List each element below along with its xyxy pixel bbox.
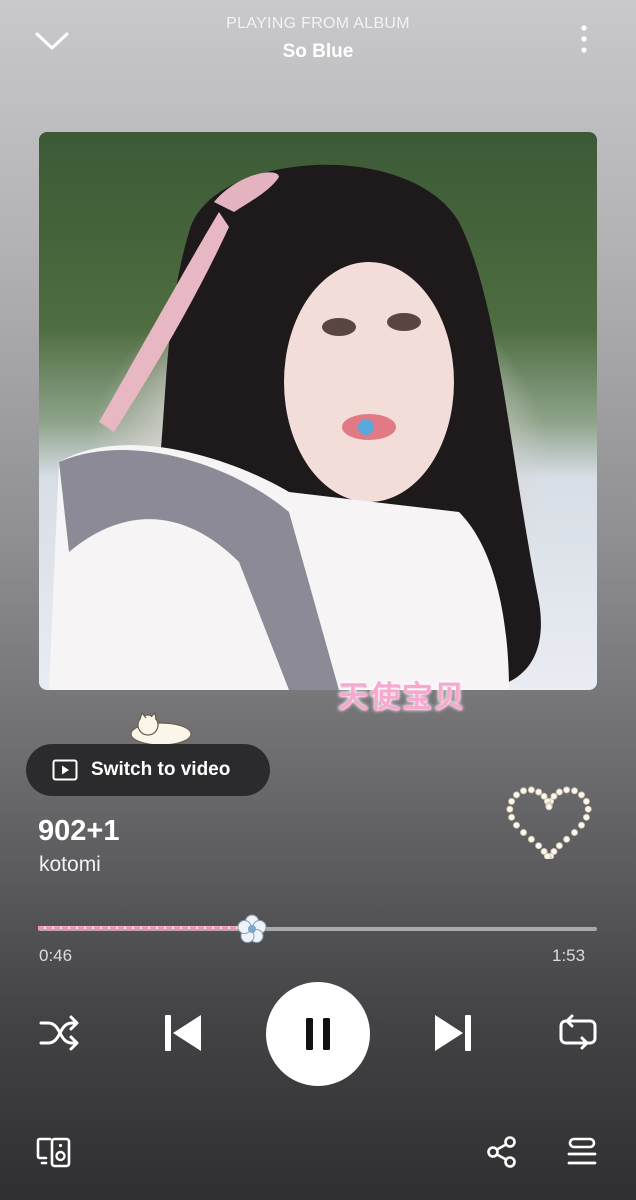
heart-pearl: [508, 797, 516, 805]
playing-from-label: PLAYING FROM ALBUM: [226, 15, 410, 32]
cat-sticker-icon: [126, 712, 196, 746]
heart-pearl: [513, 791, 520, 799]
heart-pearl: [506, 805, 514, 813]
heart-pearl: [555, 842, 563, 850]
video-play-icon: [52, 759, 78, 781]
heart-pearl: [519, 829, 527, 837]
repeat-icon[interactable]: [558, 1014, 598, 1052]
heart-pearl: [571, 829, 579, 837]
like-heart-icon[interactable]: [506, 785, 592, 859]
heart-pearl: [540, 848, 548, 856]
heart-pearl: [545, 803, 553, 811]
heart-pearl: [578, 821, 586, 829]
heart-pearl: [582, 797, 590, 805]
heart-pearl: [550, 792, 558, 800]
queue-icon[interactable]: [567, 1137, 597, 1167]
heart-pearl: [563, 786, 571, 794]
artwork-sticker-text: 天使宝贝: [338, 680, 466, 715]
heart-pearl: [555, 788, 563, 796]
heart-pearl: [582, 813, 590, 821]
total-time: 1:53: [552, 946, 586, 965]
more-options-icon[interactable]: [574, 22, 594, 56]
heart-pearl: [527, 835, 535, 843]
album-artwork: [39, 132, 597, 690]
album-title[interactable]: So Blue: [0, 41, 636, 63]
heart-pearl: [519, 787, 527, 795]
heart-pearl: [513, 821, 520, 829]
pause-button[interactable]: [266, 982, 370, 1086]
track-artist[interactable]: kotomi: [39, 853, 101, 877]
heart-pearl: [527, 786, 535, 794]
heart-pearl: [535, 842, 543, 850]
switch-to-video-button[interactable]: Switch to video: [26, 744, 270, 796]
heart-pearl: [563, 835, 571, 843]
heart-pearl: [578, 791, 586, 799]
shuffle-icon[interactable]: [38, 1014, 80, 1052]
skip-next-icon[interactable]: [433, 1013, 473, 1053]
track-title[interactable]: 902+1: [38, 815, 119, 848]
pause-icon: [303, 1017, 333, 1051]
share-icon[interactable]: [486, 1136, 518, 1168]
connect-device-icon[interactable]: [36, 1136, 72, 1168]
progress-fill: [38, 921, 266, 935]
heart-pearl: [584, 805, 592, 813]
heart-pearl: [508, 813, 516, 821]
progress-knob-flower-icon[interactable]: [237, 914, 267, 944]
elapsed-time: 0:46: [39, 946, 73, 965]
heart-pearl: [535, 788, 543, 796]
switch-to-video-label: Switch to video: [91, 759, 231, 780]
skip-previous-icon[interactable]: [163, 1013, 203, 1053]
heart-pearl: [571, 787, 579, 795]
